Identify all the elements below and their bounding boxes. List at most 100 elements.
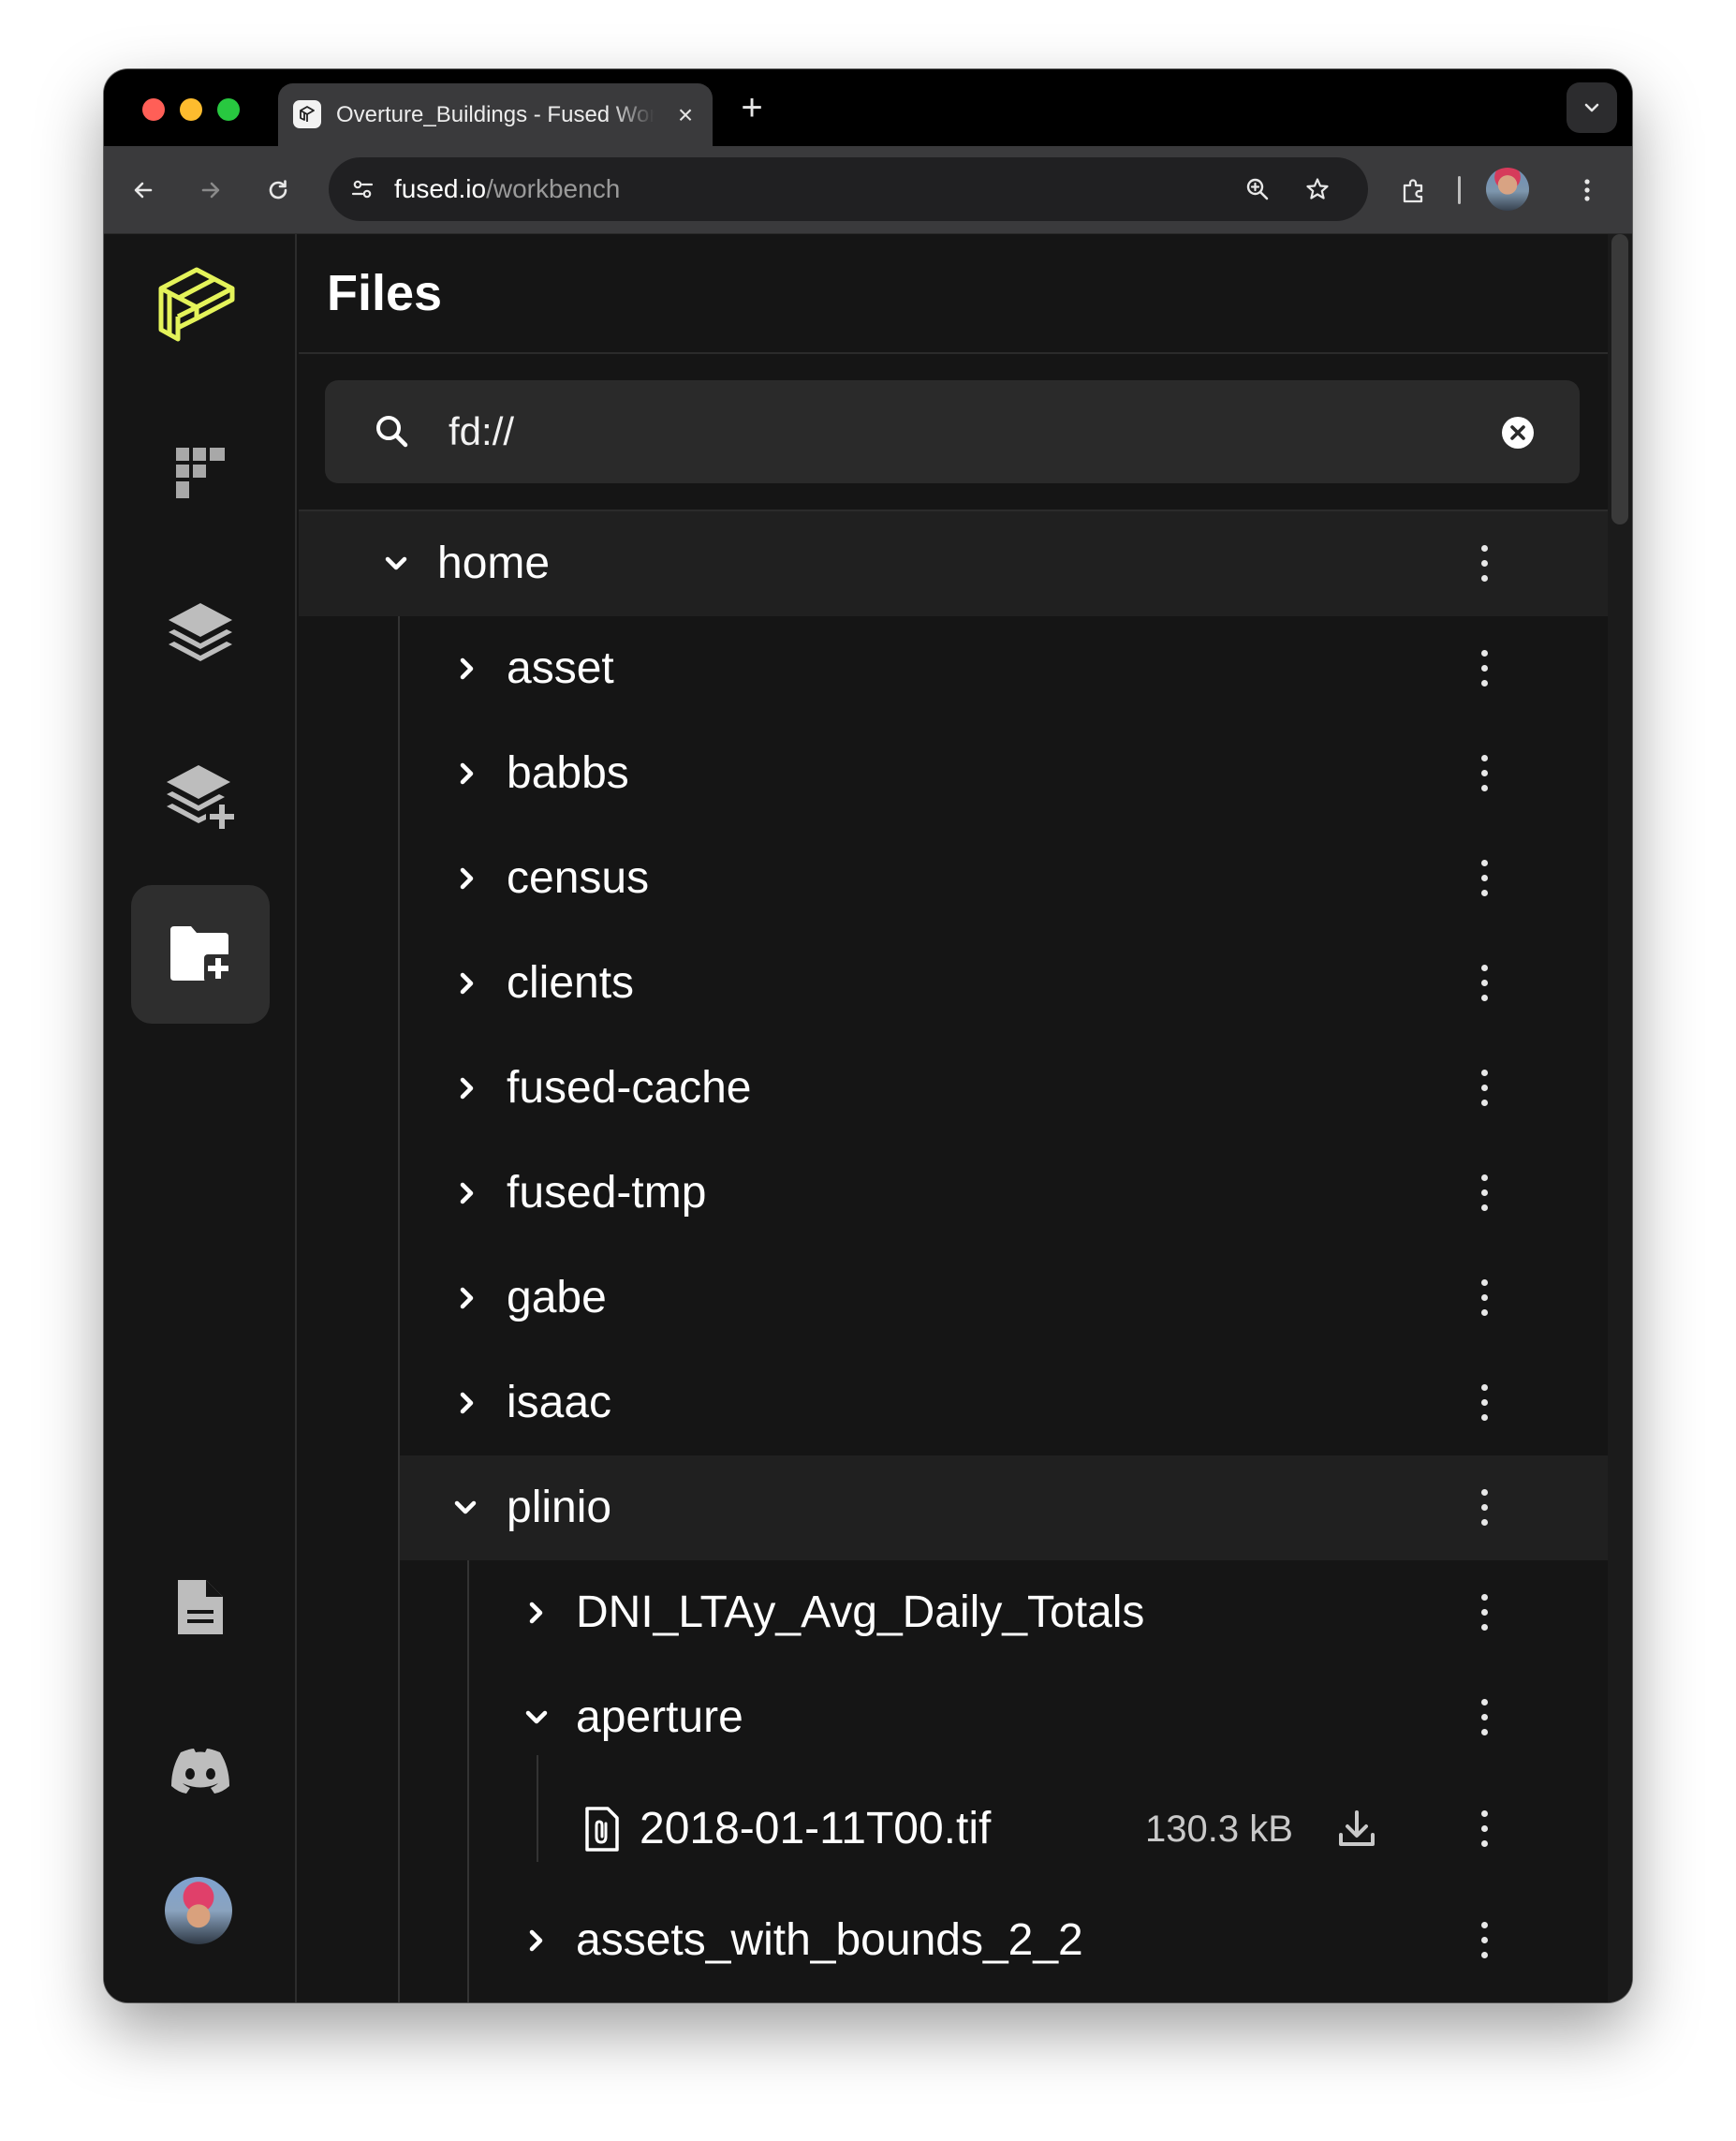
more-vertical-icon <box>1584 179 1590 201</box>
folder-name: babbs <box>507 748 629 798</box>
chevron-down-icon <box>1584 103 1599 112</box>
site-info-button[interactable] <box>342 169 383 210</box>
reload-button[interactable] <box>257 170 299 211</box>
folder-name: census <box>507 853 650 903</box>
chevron-down-icon[interactable] <box>447 1489 484 1527</box>
app-content: Files fd:// home asset babbs census clie… <box>104 234 1632 2002</box>
more-vertical-icon[interactable] <box>1473 1382 1495 1424</box>
tab-close-icon[interactable]: × <box>669 99 701 131</box>
more-vertical-icon[interactable] <box>1473 1487 1495 1528</box>
file-name: 2018-01-11T00.tif <box>640 1804 992 1853</box>
chevron-right-icon[interactable] <box>518 1594 555 1632</box>
new-tab-button[interactable]: + <box>733 89 771 127</box>
arrow-right-icon <box>201 182 220 199</box>
tree-folder-row[interactable]: home <box>299 511 1608 616</box>
tree-folder-row[interactable]: isaac <box>299 1351 1608 1455</box>
tree-folder-row[interactable]: assets_with_bounds_2_2 <box>299 1888 1608 1993</box>
tree-folder-row[interactable]: DNI_LTAy_Avg_Daily_Totals <box>299 1560 1608 1665</box>
chevron-right-icon[interactable] <box>449 1384 486 1422</box>
folder-name: assets_with_bounds_2_2 <box>576 1915 1083 1965</box>
chevron-right-icon[interactable] <box>518 1922 555 1959</box>
layers-icon[interactable] <box>148 581 253 686</box>
browser-menu-button[interactable] <box>1567 170 1608 211</box>
chevron-down-icon[interactable] <box>377 545 415 583</box>
add-layer-icon[interactable] <box>148 745 253 849</box>
minimize-window-button[interactable] <box>180 98 202 121</box>
download-icon[interactable] <box>1334 1807 1379 1852</box>
browser-tab[interactable]: Overture_Buildings - Fused Workbench × <box>278 83 713 146</box>
more-vertical-icon[interactable] <box>1473 963 1495 1004</box>
chevron-right-icon[interactable] <box>449 650 486 687</box>
sidebar <box>104 234 297 2002</box>
more-vertical-icon[interactable] <box>1473 1173 1495 1214</box>
chevron-right-icon[interactable] <box>449 755 486 792</box>
file-explorer-icon[interactable] <box>131 885 270 1024</box>
tree-folder-row[interactable]: babbs <box>299 721 1608 826</box>
folder-name: aperture <box>576 1692 743 1742</box>
fused-logo[interactable] <box>148 253 253 358</box>
bookmark-button[interactable] <box>1297 169 1338 210</box>
profile-avatar[interactable] <box>1486 168 1529 211</box>
back-button[interactable] <box>123 170 164 211</box>
chevron-right-icon[interactable] <box>449 1174 486 1212</box>
reload-icon <box>269 180 287 199</box>
discord-icon[interactable] <box>148 1719 253 1824</box>
more-vertical-icon[interactable] <box>1473 1592 1495 1633</box>
extensions-button[interactable] <box>1392 170 1434 211</box>
zoom-window-button[interactable] <box>217 98 240 121</box>
tree-folder-row[interactable]: fused-tmp <box>299 1141 1608 1246</box>
chevron-down-icon[interactable] <box>518 1699 555 1736</box>
fused-favicon-icon <box>293 100 321 128</box>
tree-folder-row[interactable]: clients <box>299 931 1608 1036</box>
scrollbar-thumb[interactable] <box>1611 234 1628 524</box>
folder-name: plinio <box>507 1483 612 1532</box>
panel-scrollbar[interactable] <box>1608 234 1632 2002</box>
more-vertical-icon[interactable] <box>1473 543 1495 584</box>
tree-folder-row[interactable]: census <box>299 826 1608 931</box>
tree-folder-row[interactable]: asset <box>299 616 1608 721</box>
zoom-button[interactable] <box>1237 169 1278 210</box>
tree-folder-row[interactable]: gabe <box>299 1246 1608 1351</box>
chevron-right-icon[interactable] <box>449 1070 486 1107</box>
arrow-left-icon <box>134 182 153 199</box>
more-vertical-icon[interactable] <box>1473 753 1495 794</box>
chevron-right-icon[interactable] <box>449 1279 486 1317</box>
more-vertical-icon[interactable] <box>1473 1809 1495 1850</box>
chevron-right-icon[interactable] <box>449 860 486 897</box>
docs-icon[interactable] <box>148 1555 253 1660</box>
close-window-button[interactable] <box>142 98 165 121</box>
folder-name: fused-tmp <box>507 1168 707 1218</box>
path-search-box <box>325 380 1580 483</box>
user-avatar[interactable] <box>165 1877 232 1944</box>
tab-strip: Overture_Buildings - Fused Workbench × + <box>104 69 1632 146</box>
address-bar[interactable]: fused.io/workbench <box>329 157 1368 221</box>
clear-search-icon[interactable] <box>1501 416 1535 450</box>
folder-name: clients <box>507 958 635 1008</box>
tab-search-button[interactable] <box>1567 82 1617 133</box>
zoom-in-icon <box>1246 178 1269 200</box>
file-size: 130.3 kB <box>1145 1809 1293 1850</box>
tree-file-row[interactable]: 2018-01-11T00.tif 130.3 kB <box>299 1770 1608 1888</box>
toolbar-divider <box>1458 176 1461 204</box>
more-vertical-icon[interactable] <box>1473 858 1495 899</box>
more-vertical-icon[interactable] <box>1473 1068 1495 1109</box>
folder-name: isaac <box>507 1378 612 1427</box>
tree-folder-row[interactable]: fused-cache <box>299 1036 1608 1141</box>
tree-folder-row[interactable]: aperture <box>299 1665 1608 1770</box>
more-vertical-icon[interactable] <box>1473 1697 1495 1738</box>
more-vertical-icon[interactable] <box>1473 1920 1495 1961</box>
chevron-right-icon[interactable] <box>449 965 486 1002</box>
path-search-input[interactable] <box>449 403 1460 461</box>
file-attachment-icon <box>585 1807 619 1852</box>
url-text[interactable]: fused.io/workbench <box>394 174 620 204</box>
more-vertical-icon[interactable] <box>1473 648 1495 689</box>
udf-catalog-icon[interactable] <box>148 421 253 526</box>
url-path: /workbench <box>486 174 621 203</box>
browser-toolbar: fused.io/workbench <box>104 146 1632 234</box>
folder-name: DNI_LTAy_Avg_Daily_Totals <box>576 1587 1145 1637</box>
tune-icon <box>351 180 374 199</box>
tree-folder-row[interactable]: plinio <box>400 1455 1608 1560</box>
more-vertical-icon[interactable] <box>1473 1277 1495 1319</box>
folder-name: gabe <box>507 1273 607 1322</box>
forward-button[interactable] <box>190 170 231 211</box>
